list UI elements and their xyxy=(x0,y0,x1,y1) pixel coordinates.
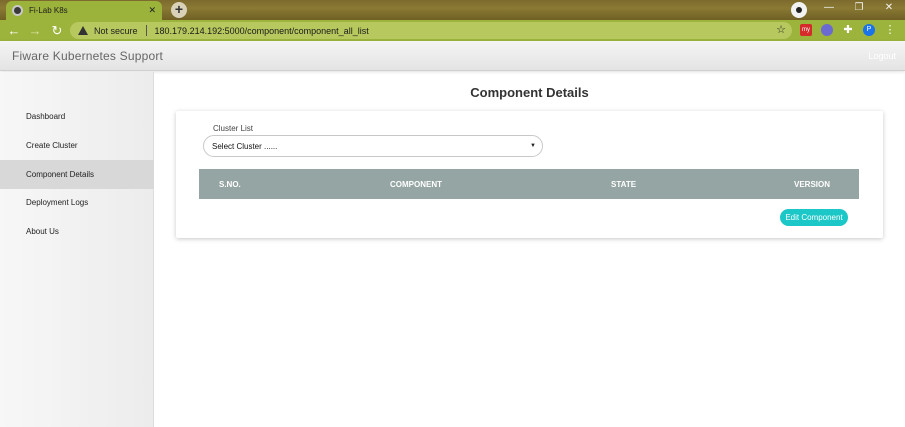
logout-link[interactable]: Logout xyxy=(868,51,896,61)
extension-icon[interactable] xyxy=(821,24,833,36)
security-status[interactable]: Not secure xyxy=(94,26,138,36)
tab-title: Fi-Lab K8s xyxy=(29,6,68,15)
minimize-icon[interactable]: — xyxy=(819,2,839,13)
column-header-sno: S.NO. xyxy=(219,179,241,189)
tab-close-icon[interactable]: ✕ xyxy=(148,5,156,16)
warning-icon xyxy=(78,26,88,35)
app-header: Fiware Kubernetes Support Logout xyxy=(0,41,905,71)
profile-avatar[interactable]: P xyxy=(863,24,875,36)
column-header-state: STATE xyxy=(611,179,637,189)
close-window-icon[interactable]: ✕ xyxy=(879,2,899,13)
restore-icon[interactable]: ❐ xyxy=(849,2,869,13)
sidebar-item-component-details[interactable]: Component Details xyxy=(0,160,154,189)
tab-search-icon[interactable] xyxy=(791,2,807,18)
url-text[interactable]: 180.179.214.192:5000/component/component… xyxy=(155,26,369,36)
reload-icon[interactable]: ↻ xyxy=(49,23,65,38)
extensions-puzzle-icon[interactable]: ✚ xyxy=(842,24,854,36)
page-title: Component Details xyxy=(470,85,589,100)
browser-tab-strip: Fi-Lab K8s ✕ + — ❐ ✕ xyxy=(0,0,905,20)
back-icon[interactable]: ← xyxy=(6,23,22,38)
forward-icon[interactable]: → xyxy=(27,23,43,38)
column-header-version: VERSION xyxy=(794,179,831,189)
column-header-component: COMPONENT xyxy=(390,179,442,189)
new-tab-button[interactable]: + xyxy=(171,2,187,18)
sidebar-item-about-us[interactable]: About Us xyxy=(0,217,154,246)
extension-my-icon[interactable]: my xyxy=(800,24,812,36)
divider xyxy=(145,25,147,36)
app-title: Fiware Kubernetes Support xyxy=(12,49,164,63)
browser-tab[interactable]: Fi-Lab K8s ✕ xyxy=(6,1,162,20)
cluster-list-label: Cluster List xyxy=(213,124,254,133)
sidebar-item-deployment-logs[interactable]: Deployment Logs xyxy=(0,188,154,217)
edit-component-button[interactable]: Edit Component xyxy=(780,209,848,226)
sidebar-item-create-cluster[interactable]: Create Cluster xyxy=(0,131,154,160)
menu-kebab-icon[interactable]: ⋮ xyxy=(884,24,896,36)
bookmark-star-icon[interactable]: ☆ xyxy=(776,23,786,36)
component-card: Cluster List Select Cluster ...... ▼ S.N… xyxy=(176,111,883,238)
cluster-select-value: Select Cluster ...... xyxy=(212,141,278,151)
sidebar-item-dashboard[interactable]: Dashboard xyxy=(0,102,154,131)
address-bar[interactable]: Not secure 180.179.214.192:5000/componen… xyxy=(70,22,792,39)
table-header: S.NO. COMPONENT STATE VERSION xyxy=(199,169,859,199)
favicon-icon xyxy=(12,5,23,16)
sidebar: Dashboard Create Cluster Component Detai… xyxy=(0,72,154,427)
browser-toolbar: ← → ↻ Not secure 180.179.214.192:5000/co… xyxy=(0,20,905,41)
chevron-down-icon: ▼ xyxy=(530,143,536,149)
cluster-select[interactable]: Select Cluster ...... ▼ xyxy=(203,135,543,157)
